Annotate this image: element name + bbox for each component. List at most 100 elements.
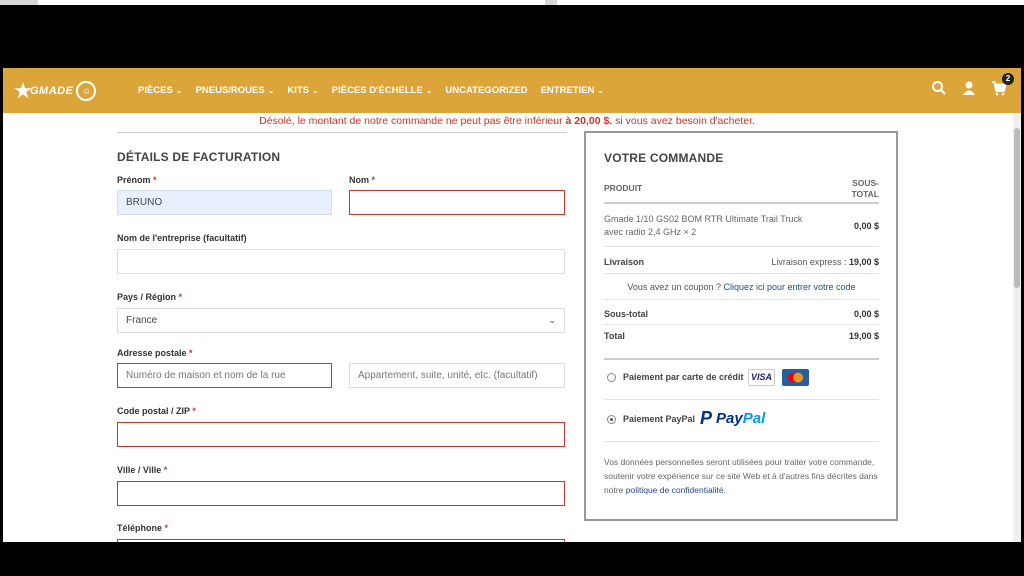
address-label: Adresse postale * [117,348,193,358]
address2-input[interactable]: Appartement, suite, unité, etc. (faculta… [349,363,565,388]
coupon-link[interactable]: Cliquez ici pour entrer votre code [724,282,856,292]
firstname-label: Prénom * [117,175,157,185]
nav-item-label: ENTRETIEN [540,85,595,96]
address-input[interactable]: Numéro de maison et nom de la rue [117,363,332,388]
required-mark: * [178,292,183,302]
nav-item-label: PIÈCES [138,85,173,96]
logo-text: GMADE [30,85,74,97]
user-icon[interactable] [961,80,977,96]
address2-placeholder: Appartement, suite, unité, etc. (faculta… [358,370,538,381]
country-select[interactable]: France ⌄ [117,308,565,333]
shipping-method: Livraison express : [771,257,847,267]
pay-card-label[interactable]: Paiement par carte de crédit [623,372,744,382]
paypal-logo-text-1: Pay [716,409,743,427]
pay-card-radio[interactable] [607,373,616,382]
pay-paypal-label[interactable]: Paiement PayPal [623,414,695,424]
privacy-text: Vos données personnelles seront utilisée… [604,455,879,497]
divider [604,324,879,325]
col-subtotal: SOUS- TOTAL [851,178,879,200]
nav-item[interactable]: KITS ⌄ [287,85,318,96]
scrollbar-thumb[interactable] [1014,128,1020,288]
company-input[interactable] [117,249,565,274]
chevron-down-icon: ⌄ [175,86,183,95]
divider [604,358,879,360]
address-placeholder: Numéro de maison et nom de la rue [126,370,286,381]
lastname-label: Nom * [349,175,375,185]
logo-badge-icon: ☺ [76,81,97,101]
mastercard-icon [782,369,809,386]
paypal-logo-text-2: Pal [742,409,766,427]
order-item-row: Gmade 1/10 GS02 BOM RTR Ultimate Trail T… [604,213,879,239]
header-icons: 2 [917,73,1014,96]
label-text: Téléphone [117,523,163,533]
divider [604,246,879,247]
order-title: VOTRE COMMANDE [604,151,724,165]
city-label: Ville / Ville * [117,465,167,475]
browser-tab-segment [0,0,38,5]
company-label: Nom de l'entreprise (facultatif) [117,233,247,243]
postcode-label: Code postal / ZIP * [117,406,196,416]
browser-top-strip [0,0,1024,5]
nav-item-label: KITS [287,85,310,96]
shipping-value: Livraison express : 19,00 $ [771,257,879,267]
visa-icon: VISA [748,369,775,386]
lastname-input[interactable] [349,190,565,215]
city-input[interactable] [117,481,565,506]
privacy-policy-link[interactable]: politique de confidentialité. [626,485,726,495]
page-scrollbar[interactable] [1013,113,1021,542]
notice-text-end: si vous avez besoin d'acheter. [615,115,755,127]
divider [604,273,879,274]
privacy-line1: Vos données personnelles seront utilisée… [604,457,875,467]
item-name-line2: avec radio 2,4 GHz × 2 [604,227,697,237]
minimum-order-notice: Désolé, le montant de notre commande ne … [3,113,1011,127]
country-value: France [126,315,158,326]
total-value: 19,00 $ [848,331,879,341]
order-review-box: VOTRE COMMANDE PRODUIT SOUS- TOTAL Gmade … [584,131,898,521]
subtotal-row: Sous-total 0,00 $ [604,309,879,319]
chevron-down-icon: ⌄ [425,86,433,95]
postcode-input[interactable] [117,422,565,447]
divider [604,399,879,400]
total-row: Total 19,00 $ [604,331,879,341]
item-price: 0,00 $ [853,221,879,231]
total-label: Total [604,331,625,341]
nav-item-label: PIÈCES D'ÉCHELLE [331,85,423,96]
chevron-down-icon: ⌄ [597,86,605,95]
label-text: Code postal / ZIP [117,406,190,416]
divider [117,132,567,133]
nav-item[interactable]: PIÈCES ⌄ [138,85,183,96]
search-icon[interactable] [931,80,947,96]
label-text: Pays / Région [117,292,177,302]
pay-paypal-radio[interactable] [607,415,616,424]
notice-text: Désolé, le montant de notre commande ne … [259,115,563,127]
nav-item[interactable]: PIÈCES D'ÉCHELLE ⌄ [332,85,433,96]
cart-count-badge: 2 [1002,73,1014,85]
required-mark: * [189,348,193,358]
required-mark: * [192,406,196,416]
label-text: Nom [349,175,369,185]
site-header: ★ GMADE ☺ PIÈCES ⌄ PNEUS/ROUES ⌄ KITS ⌄ PIÈCES… [3,68,1021,113]
subtotal-value: 0,00 $ [853,309,879,319]
divider [604,202,879,204]
nav-item[interactable]: ENTRETIEN ⌄ [541,85,605,96]
nav-item-label: PNEUS/ROUES [195,85,265,96]
divider [604,441,879,442]
main-nav: PIÈCES ⌄ PNEUS/ROUES ⌄ KITS ⌄ PIÈCES D'ÉCHELLE… [138,68,617,113]
nav-item[interactable]: PNEUS/ROUES ⌄ [196,85,275,96]
site-logo[interactable]: ★ GMADE ☺ [12,77,97,105]
privacy-line3: notre [604,485,624,495]
col-subtotal-line2: TOTAL [851,189,879,199]
browser-tab-segment [545,0,557,5]
country-label: Pays / Région * [117,292,182,302]
firstname-input[interactable]: BRUNO [117,190,332,215]
notice-amount: à 20,00 $. [565,115,613,127]
divider [604,299,879,300]
chevron-down-icon: ⌄ [312,86,319,95]
chevron-down-icon: ⌄ [548,315,556,325]
nav-item-label: UNCATEGORIZED [445,85,528,96]
nav-item[interactable]: UNCATEGORIZED [445,85,527,96]
phone-label: Téléphone * [117,523,168,533]
phone-input[interactable] [117,539,565,542]
shipping-label: Livraison [604,257,645,267]
cart-icon[interactable]: 2 [991,73,1014,96]
